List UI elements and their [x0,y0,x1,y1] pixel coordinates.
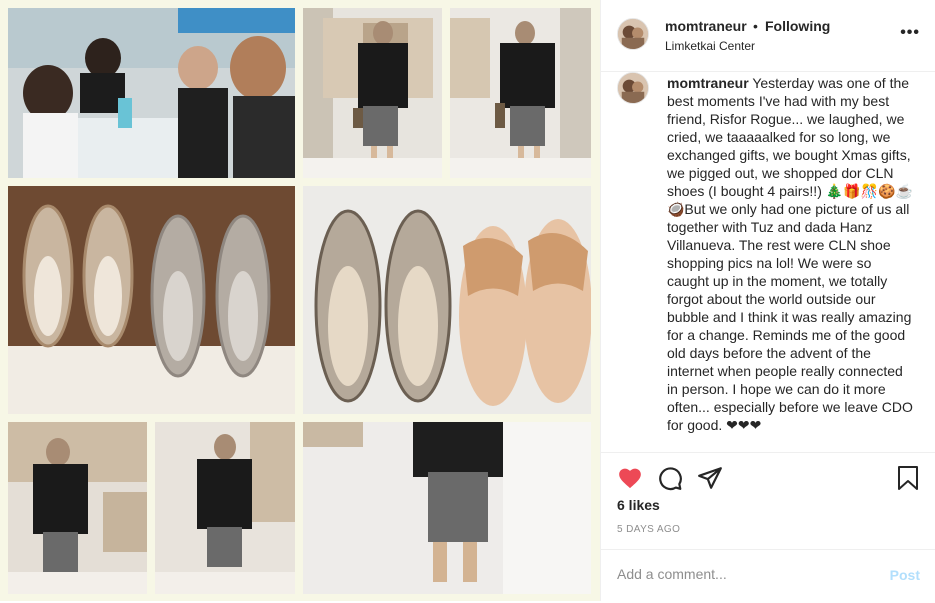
caption-text: Yesterday was one of the best moments I'… [667,75,913,433]
following-button[interactable]: Following [765,18,830,34]
comment-icon[interactable] [657,465,683,491]
caption-username[interactable]: momtraneur [667,75,749,91]
likes-count[interactable]: 6 likes [617,497,660,513]
comment-input[interactable] [617,566,867,582]
avatar[interactable] [617,18,649,50]
separator-dot: • [753,18,758,34]
like-heart-icon[interactable] [617,465,643,491]
username-link[interactable]: momtraneur [665,18,747,34]
post-timestamp[interactable]: 5 DAYS AGO [617,524,680,535]
post-header: momtraneur • Following Limketkai Center … [601,0,935,72]
more-options-icon[interactable]: ••• [900,24,920,42]
photo-mirror-selfie-4 [155,422,295,594]
photo-mirror-selfie-2 [450,8,591,178]
photo-outfit-closeup [303,422,591,594]
post-actions: 6 likes 5 DAYS AGO Post [601,452,935,602]
add-comment-bar: Post [601,549,935,603]
caption-avatar[interactable] [617,72,649,104]
post-details-panel: momtraneur • Following Limketkai Center … [600,0,935,601]
post-image-collage[interactable] [0,0,600,601]
save-bookmark-icon[interactable] [896,465,920,491]
location-link[interactable]: Limketkai Center [665,39,755,53]
post-caption: momtraneur Yesterday was one of the best… [667,74,917,434]
photo-group-selfie [8,8,295,178]
photo-flats-sandals [303,186,591,414]
share-icon[interactable] [697,465,723,491]
comments-section[interactable]: momtraneur Yesterday was one of the best… [601,72,935,452]
photo-mirror-selfie-1 [303,8,442,178]
photo-mirror-selfie-3 [8,422,147,594]
photo-heels-pairs [8,186,295,414]
post-comment-button[interactable]: Post [890,567,920,583]
